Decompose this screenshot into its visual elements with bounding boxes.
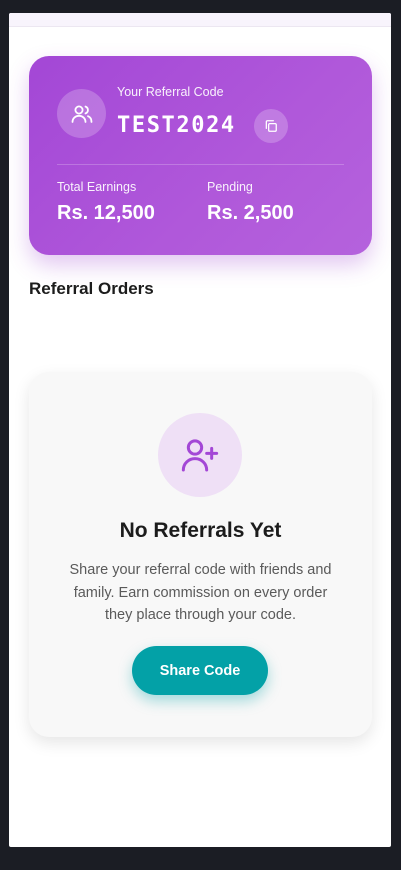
card-divider (57, 164, 344, 165)
empty-state-card: No Referrals Yet Share your referral cod… (29, 372, 372, 737)
copy-icon (265, 120, 277, 132)
total-earnings-value: Rs. 12,500 (57, 202, 155, 224)
pending-value: Rs. 2,500 (207, 202, 294, 224)
app-screen: Your Referral Code TEST2024 Total Earnin… (9, 13, 391, 847)
pending-label: Pending (207, 180, 253, 194)
copy-code-button[interactable] (254, 109, 288, 143)
user-plus-icon (158, 413, 242, 497)
referral-code-label: Your Referral Code (117, 85, 224, 99)
share-code-button[interactable]: Share Code (132, 646, 268, 695)
empty-state-description: Share your referral code with friends an… (69, 562, 332, 623)
referral-code-value: TEST2024 (117, 113, 236, 138)
users-icon (57, 89, 106, 138)
referral-code-card: Your Referral Code TEST2024 Total Earnin… (29, 56, 372, 255)
empty-state-title: No Referrals Yet (119, 519, 282, 542)
top-bar (9, 13, 391, 27)
referral-orders-heading: Referral Orders (29, 279, 154, 298)
total-earnings-label: Total Earnings (57, 180, 137, 194)
